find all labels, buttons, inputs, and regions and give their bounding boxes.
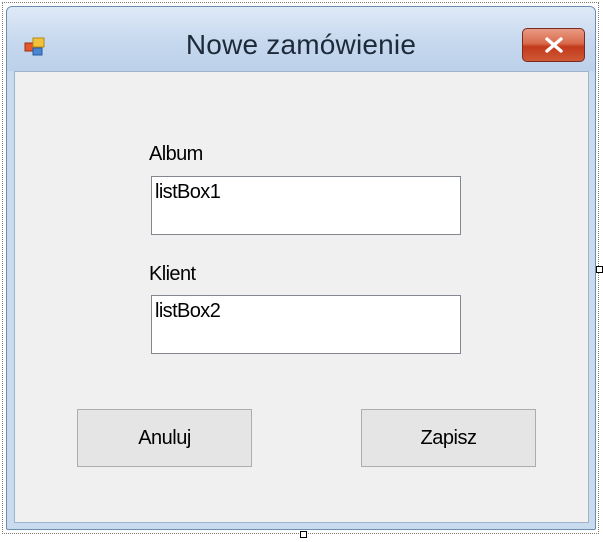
album-label: Album xyxy=(149,143,203,165)
close-x-icon xyxy=(545,37,563,53)
client-listbox[interactable]: listBox2 xyxy=(151,295,461,354)
form-client-area: Album listBox1 Klient listBox2 Anuluj Za… xyxy=(14,71,589,523)
save-button[interactable]: Zapisz xyxy=(361,409,536,467)
close-button[interactable] xyxy=(522,28,585,62)
resize-handle-bottom[interactable] xyxy=(300,531,307,538)
client-label: Klient xyxy=(149,263,196,285)
title-bar[interactable]: Nowe zamówienie xyxy=(7,7,595,71)
resize-handle-right[interactable] xyxy=(596,266,603,273)
album-listbox[interactable]: listBox1 xyxy=(151,176,461,235)
cancel-button[interactable]: Anuluj xyxy=(77,409,252,467)
window-title: Nowe zamówienie xyxy=(185,29,417,60)
form-window: Nowe zamówienie Album listBox1 Klient li… xyxy=(6,6,596,530)
designer-surface: Nowe zamówienie Album listBox1 Klient li… xyxy=(0,0,603,542)
